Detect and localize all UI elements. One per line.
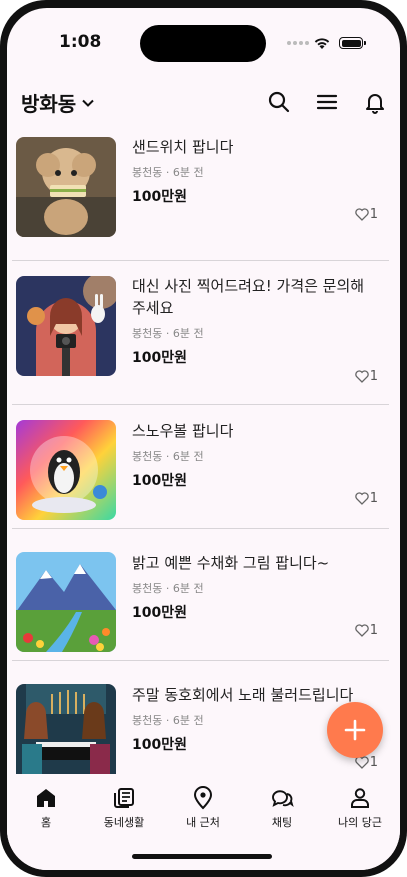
listing-item[interactable]: 밝고 예쁜 수채화 그림 팝니다~ 봉천동 · 6분 전 100만원 1 (7, 544, 400, 676)
listing-title: 대신 사진 찍어드려요! 가격은 문의해 주세요 (132, 277, 365, 317)
listing-price: 100만원 (132, 605, 187, 621)
nav-label: 내 근처 (186, 816, 220, 829)
like-count: 1 (354, 207, 378, 222)
divider (12, 404, 389, 405)
location-pin-icon (193, 786, 213, 810)
location-selector[interactable]: 방화동 (21, 88, 94, 117)
listing-price: 100만원 (132, 737, 187, 753)
listing-item[interactable]: 대신 사진 찍어드려요! 가격은 문의해 주세요 봉천동 · 6분 전 100만… (7, 267, 400, 399)
chat-bubbles-icon (272, 790, 294, 807)
nav-item-my-profile[interactable]: 나의 당근 (321, 786, 399, 830)
like-count-value: 1 (369, 623, 378, 638)
listing-meta: 봉천동 · 6분 전 (132, 327, 204, 340)
status-time: 1:08 (59, 32, 102, 52)
nav-item-chat[interactable]: 채팅 (243, 786, 321, 830)
menu-icon[interactable] (315, 90, 339, 114)
listing-thumbnail (16, 420, 116, 520)
nav-label: 동네생활 (103, 816, 145, 829)
listing-price: 100만원 (132, 473, 187, 489)
like-count: 1 (354, 369, 378, 384)
like-count: 1 (354, 491, 378, 506)
heart-icon (354, 370, 369, 383)
listing-meta: 봉천동 · 6분 전 (132, 582, 204, 595)
listing-meta: 봉천동 · 6분 전 (132, 714, 204, 727)
plus-icon (344, 719, 366, 741)
listing-feed[interactable]: 샌드위치 팝니다 봉천동 · 6분 전 100만원 1 대신 사진 찍어드려요!… (7, 136, 400, 782)
listing-thumbnail (16, 137, 116, 237)
listing-price: 100만원 (132, 189, 187, 205)
divider (12, 260, 389, 261)
app-bar: 방화동 (7, 78, 400, 128)
divider (12, 660, 389, 661)
like-count-value: 1 (369, 755, 378, 770)
like-count: 1 (354, 623, 378, 638)
nav-label: 나의 당근 (338, 816, 382, 829)
like-count-value: 1 (369, 207, 378, 222)
listing-item[interactable]: 스노우볼 팝니다 봉천동 · 6분 전 100만원 1 (7, 412, 400, 544)
app-screen: 1:08 방화동 샌드위치 팝니다 봉천동 · 6분 전 100만원 1 대신 … (7, 8, 400, 870)
location-label: 방화동 (21, 92, 77, 116)
listing-title: 밝고 예쁜 수채화 그림 팝니다~ (132, 554, 330, 572)
like-count-value: 1 (369, 369, 378, 384)
dynamic-island (140, 25, 266, 62)
status-bar: 1:08 (7, 8, 400, 68)
heart-icon (354, 492, 369, 505)
add-listing-button[interactable] (327, 702, 383, 758)
search-icon[interactable] (267, 90, 291, 114)
listing-title: 샌드위치 팝니다 (132, 138, 234, 156)
heart-icon (354, 624, 369, 637)
cellular-signal-icon (287, 41, 309, 45)
nav-label: 채팅 (271, 816, 293, 829)
battery-icon (339, 37, 366, 49)
heart-icon (354, 208, 369, 221)
like-count-value: 1 (369, 491, 378, 506)
bell-icon[interactable] (363, 90, 387, 114)
phone-frame: 1:08 방화동 샌드위치 팝니다 봉천동 · 6분 전 100만원 1 대신 … (0, 0, 407, 877)
home-icon (37, 789, 55, 807)
wifi-icon (314, 38, 330, 49)
listing-meta: 봉천동 · 6분 전 (132, 450, 204, 463)
news-icon (114, 788, 134, 808)
nav-item-neighborhood[interactable]: 동네생활 (85, 786, 163, 830)
nav-item-home[interactable]: 홈 (7, 786, 85, 830)
listing-price: 100만원 (132, 350, 187, 366)
listing-item[interactable]: 샌드위치 팝니다 봉천동 · 6분 전 100만원 1 (7, 136, 400, 260)
person-icon (351, 788, 369, 808)
listing-title: 스노우볼 팝니다 (132, 422, 234, 440)
listing-thumbnail (16, 276, 116, 376)
divider (12, 528, 389, 529)
listing-thumbnail (16, 684, 116, 782)
home-indicator[interactable] (132, 854, 272, 859)
listing-meta: 봉천동 · 6분 전 (132, 166, 204, 179)
listing-thumbnail (16, 552, 116, 652)
chevron-down-icon (82, 99, 94, 107)
nav-label: 홈 (40, 816, 52, 829)
nav-item-nearby[interactable]: 내 근처 (164, 786, 242, 830)
